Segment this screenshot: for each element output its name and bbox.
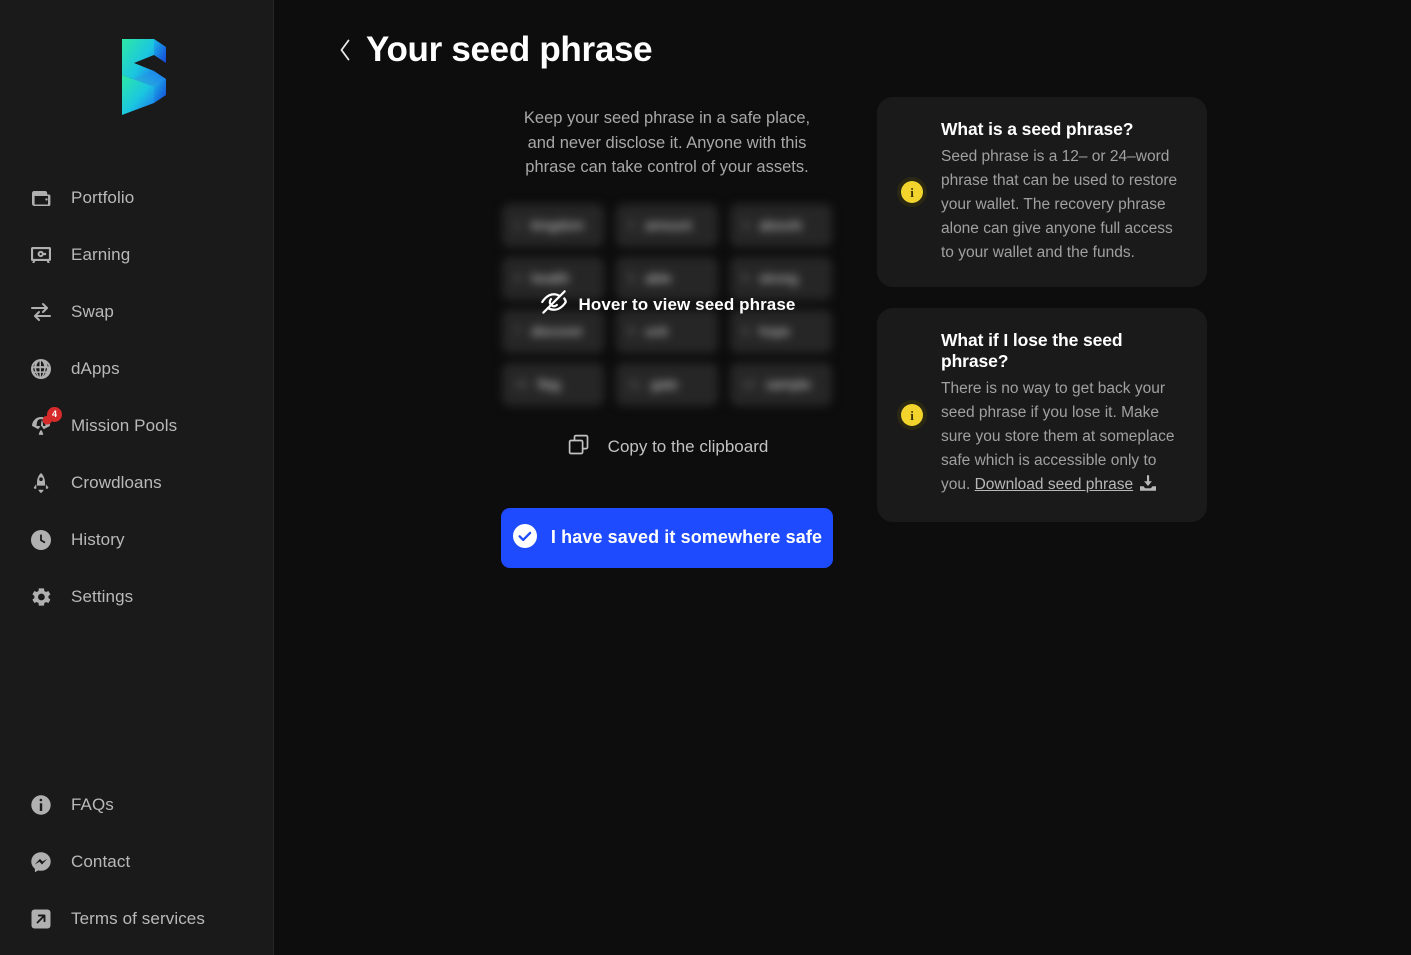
eye-off-icon	[539, 287, 569, 322]
copy-to-clipboard-button[interactable]: Copy to the clipboard	[566, 432, 769, 463]
sidebar-item-label: Terms of services	[71, 908, 205, 928]
page-header: Your seed phrase	[274, 0, 1411, 78]
gear-icon	[28, 584, 54, 610]
sidebar-item-label: Portfolio	[71, 187, 135, 207]
info-icon-glyph: i	[901, 181, 923, 203]
seed-phrase-description: Keep your seed phrase in a safe place, a…	[523, 109, 811, 176]
i-have-saved-it-button[interactable]: I have saved it somewhere safe	[501, 507, 833, 568]
copy-to-clipboard-label: Copy to the clipboard	[607, 437, 769, 456]
sidebar-item-portfolio[interactable]: Portfolio	[0, 169, 273, 226]
sidebar-item-label: Contact	[71, 851, 131, 871]
sidebar-item-swap[interactable]: Swap	[0, 283, 273, 340]
sidebar-item-label: Crowdloans	[71, 472, 162, 492]
info-card-title: What is a seed phrase?	[941, 119, 1134, 139]
subwallet-logo-icon	[121, 38, 166, 115]
sidebar-item-earning[interactable]: Earning	[0, 226, 273, 283]
info-cards-section: i What is a seed phrase? Seed phrase is …	[877, 96, 1207, 568]
info-card-text: There is no way to get back your seed ph…	[941, 377, 1187, 500]
sidebar-item-history[interactable]: History	[0, 511, 273, 568]
sidebar-item-contact[interactable]: Contact	[0, 833, 273, 890]
copy-icon	[566, 432, 592, 463]
clock-icon	[28, 527, 54, 553]
sidebar-item-mission-pools[interactable]: 4 Mission Pools	[0, 397, 273, 454]
seed-phrase-section: Keep your seed phrase in a safe place, a…	[501, 96, 833, 568]
main-content: Your seed phrase Keep your seed phrase i…	[274, 0, 1411, 955]
i-have-saved-it-label: I have saved it somewhere safe	[550, 527, 823, 547]
sidebar: Portfolio Earning Swap dApps 4 Mission P…	[0, 0, 274, 955]
chevron-left-icon[interactable]	[334, 35, 356, 65]
parachute-icon: 4	[28, 406, 62, 439]
swap-arrows-icon	[28, 299, 54, 325]
content-area: Keep your seed phrase in a safe place, a…	[274, 78, 1411, 568]
wallet-icon	[28, 185, 54, 211]
sidebar-item-label: Settings	[71, 586, 134, 606]
info-card-body: What if I lose the seed phrase? There is…	[941, 330, 1187, 500]
info-icon: i	[897, 400, 927, 430]
seed-phrase-area[interactable]: 1. kingdom 2. amount 3. absorb 4. health 5. able 6…	[502, 203, 832, 406]
sidebar-item-label: Mission Pools	[71, 415, 178, 435]
sidebar-item-faqs[interactable]: FAQs	[0, 776, 273, 833]
check-circle-icon	[512, 523, 538, 552]
hover-to-view-overlay[interactable]: Hover to view seed phrase	[502, 204, 832, 406]
app-root: Portfolio Earning Swap dApps 4 Mission P…	[0, 0, 1411, 955]
sidebar-item-crowdloans[interactable]: Crowdloans	[0, 454, 273, 511]
sidebar-item-dapps[interactable]: dApps	[0, 340, 273, 397]
info-card-title: What if I lose the seed phrase?	[941, 330, 1123, 371]
sidebar-item-label: Earning	[71, 244, 131, 264]
info-card-text: Seed phrase is a 12– or 24–word phrase t…	[941, 148, 1178, 261]
page-title: Your seed phrase	[366, 30, 653, 69]
sidebar-item-terms[interactable]: Terms of services	[0, 890, 273, 947]
download-seed-phrase-link[interactable]: Download seed phrase	[975, 476, 1134, 493]
external-link-icon	[28, 906, 54, 932]
sidebar-item-label: History	[71, 529, 125, 549]
sidebar-item-label: dApps	[71, 358, 120, 378]
safe-box-icon	[28, 242, 54, 268]
hover-to-view-label: Hover to view seed phrase	[578, 294, 796, 314]
sidebar-item-settings[interactable]: Settings	[0, 568, 273, 625]
info-card-what-is-seed-phrase: i What is a seed phrase? Seed phrase is …	[877, 97, 1207, 287]
rocket-icon	[28, 470, 54, 496]
app-logo	[0, 0, 273, 155]
sidebar-item-label: Swap	[71, 301, 114, 321]
download-icon[interactable]	[1138, 474, 1158, 500]
messenger-icon	[28, 849, 54, 875]
globe-icon	[28, 356, 54, 382]
mission-pools-badge: 4	[47, 406, 62, 422]
info-icon-glyph: i	[901, 404, 923, 426]
sidebar-item-label: FAQs	[71, 794, 114, 814]
info-card-body: What is a seed phrase? Seed phrase is a …	[941, 119, 1187, 265]
info-circle-icon	[28, 792, 54, 818]
sidebar-main-nav: Portfolio Earning Swap dApps 4 Mission P…	[0, 155, 273, 625]
info-icon: i	[897, 177, 927, 207]
info-card-lose-seed-phrase: i What if I lose the seed phrase? There …	[877, 308, 1207, 522]
sidebar-bottom-nav: FAQs Contact Terms of services	[0, 776, 273, 955]
